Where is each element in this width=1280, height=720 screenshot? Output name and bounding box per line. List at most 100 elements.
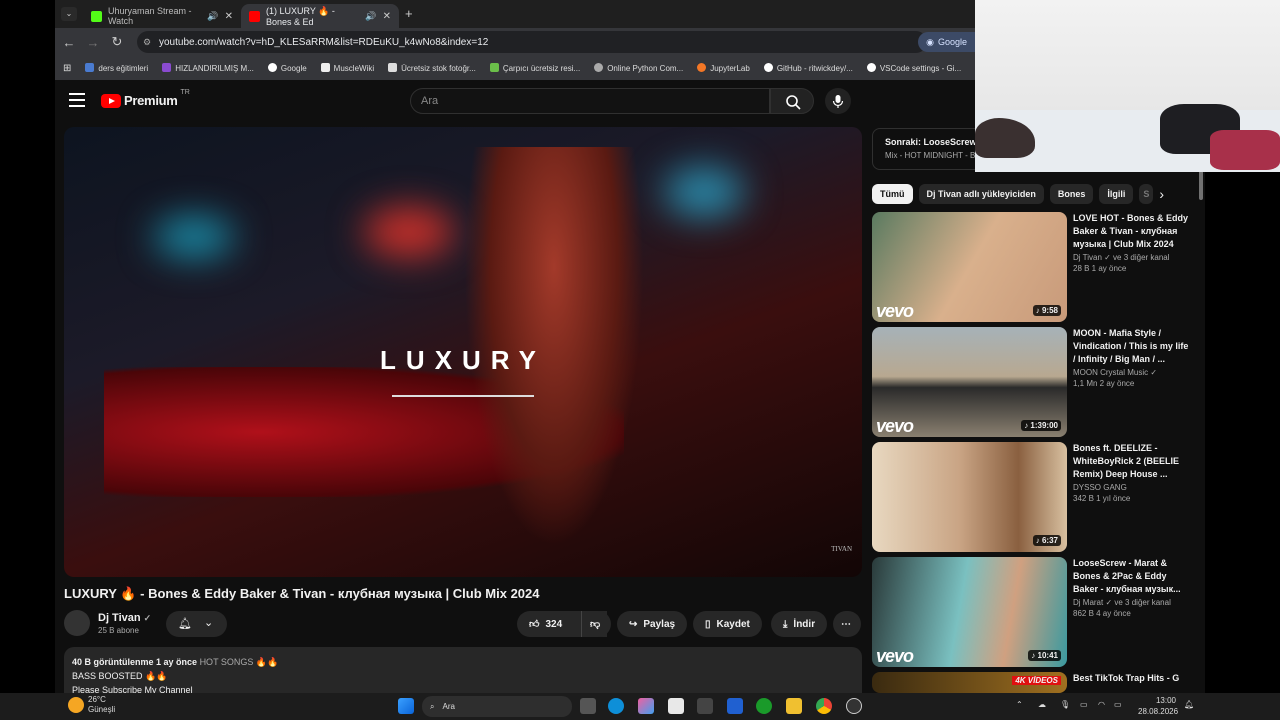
chip-more[interactable]: S [1139,184,1154,204]
edge-icon[interactable] [608,698,624,714]
recommendation-item[interactable]: vevo ♪ 1:39:00 MOON - Mafia Style / Vind… [872,327,1202,437]
chip-all[interactable]: Tümü [872,184,913,204]
globe-icon [594,63,604,72]
video-thumbnail[interactable]: vevo ♪ 9:58 [872,212,1067,322]
file-explorer-icon[interactable] [786,698,802,714]
recommendation-item[interactable]: 4K VİDEOS Best TikTok Trap Hits - G [872,672,1202,693]
back-button[interactable]: ← [57,35,81,50]
google-icon [267,63,277,72]
menu-icon[interactable] [69,93,85,107]
music-note-icon: ♪ [1031,651,1036,660]
video-thumbnail[interactable]: 4K VİDEOS [872,672,1067,693]
chip-uploader[interactable]: Dj Tivan adlı yükleyiciden [918,184,1044,204]
recommendation-item[interactable]: vevo ♪ 10:41 LooseScrew - Marat & Bones … [872,557,1202,667]
youtube-play-icon [101,93,121,108]
dislike-button[interactable]: 👎︎ [581,611,611,637]
video-title: LUXURY 🔥 - Bones & Eddy Baker & Tivan - … [64,586,540,601]
filter-chips: Tümü Dj Tivan adlı yükleyiciden Bones İl… [872,184,1164,204]
battery-icon[interactable]: ▭ [1114,700,1122,709]
github-icon [866,63,876,72]
clock[interactable]: 13:00 28.08.2026 [1138,695,1178,717]
search-input[interactable]: Ara [410,88,770,114]
bookmark-item[interactable]: Google [267,63,307,73]
subscription-bell-button[interactable]: 🔔︎ ⌄ [166,611,227,637]
rec-channel: Dj Tivan ✓ ve 3 diğer kanal [1073,253,1170,262]
windows-start-icon[interactable] [398,698,414,714]
chip-related[interactable]: İlgili [1099,184,1134,204]
video-player[interactable]: LUXURY TIVAN [64,127,862,577]
reload-button[interactable]: ↻ [105,34,129,50]
share-button[interactable]: ↪ Paylaş [617,611,688,637]
video-thumbnail[interactable]: vevo ♪ 1:39:00 [872,327,1067,437]
cloud-icon[interactable]: ☁ [1038,700,1046,709]
recommendation-item[interactable]: vevo ♪ 9:58 LOVE HOT - Bones & Eddy Bake… [872,212,1202,322]
close-icon[interactable]: ✕ [383,11,391,22]
tab-search-chevron-icon[interactable]: ⌄ [61,7,77,21]
bookmark-item[interactable]: ders eğitimleri [85,63,148,73]
rec-title: LooseScrew - Marat & Bones & 2Pac & Eddy… [1073,558,1181,594]
scrollbar[interactable] [1199,170,1203,200]
task-view-icon[interactable] [580,698,596,714]
next-label: Sonraki: LooseScrew [885,137,977,147]
hashtags[interactable]: HOT SONGS 🔥🔥 [200,657,279,667]
bookmark-item[interactable]: Online Python Com... [594,63,683,73]
wifi-icon[interactable]: ◠ [1098,700,1105,709]
duration-badge: ♪ 6:37 [1032,535,1061,546]
chevron-up-icon[interactable]: ⌃ [1016,700,1023,709]
bookmark-item[interactable]: VSCode settings - Gi... [866,63,961,73]
omnibox-row: ← → ↻ ⚙ youtube.com/watch?v=hD_KLESaRRM&… [55,28,975,56]
bookmark-item[interactable]: Çarpıcı ücretsiz resi... [489,63,580,73]
bookmark-item[interactable]: HIZLANDIRILMIŞ M... [162,63,254,73]
app-icon[interactable] [697,698,713,714]
store-icon[interactable] [668,698,684,714]
tab-youtube[interactable]: (1) LUXURY 🔥 - Bones & Ed 🔊 ✕ [241,4,399,28]
copilot-icon[interactable] [638,698,654,714]
chrome-icon[interactable] [816,698,832,714]
download-button[interactable]: ⤓ İndir [771,611,828,637]
forward-button[interactable]: → [81,35,105,50]
youtube-logo[interactable]: Premium TR [101,89,190,108]
chevron-right-icon[interactable]: › [1159,184,1164,204]
description-box[interactable]: 40 B görüntülenme 1 ay önce HOT SONGS 🔥🔥… [64,647,862,693]
view-meta: 40 B görüntülenme 1 ay önce [72,657,198,667]
bookmark-icon [388,63,398,72]
windows-taskbar: 26°C Güneşli ⌕ Ara ⌃ ☁ 🎙︎ ▭ ◠ ▭ 13:00 28… [0,693,1280,720]
xbox-icon[interactable] [756,698,772,714]
video-thumbnail[interactable]: vevo ♪ 10:41 [872,557,1067,667]
close-icon[interactable]: ✕ [225,11,233,22]
chip-bones[interactable]: Bones [1049,184,1094,204]
voice-search-button[interactable] [825,88,851,114]
duration-badge: ♪ 1:39:00 [1021,420,1061,431]
person-figure [1210,130,1280,170]
new-tab-button[interactable]: + [405,6,413,21]
kick-icon [91,10,102,22]
save-button[interactable]: ▯ Kaydet [693,611,762,637]
music-note-icon: ♪ [1024,421,1029,430]
more-actions-button[interactable]: ⋯ [833,611,861,637]
bookmark-item[interactable]: JupyterLab [697,63,750,73]
webcam-overlay [975,0,1280,172]
address-bar[interactable]: ⚙ youtube.com/watch?v=hD_KLESaRRM&list=R… [137,31,927,53]
steam-icon[interactable] [846,698,862,714]
tab-kick-stream[interactable]: Uhuryaman Stream - Watch 🔊 ✕ [83,4,241,28]
channel-avatar[interactable] [64,610,90,636]
vscode-icon[interactable] [727,698,743,714]
notification-icon[interactable]: 🔔︎ [1184,700,1194,709]
taskbar-search[interactable]: ⌕ Ara [422,696,572,717]
bookmark-item[interactable]: MuscleWiki [320,63,374,73]
weather-widget[interactable]: 26°C Güneşli [88,695,115,715]
recommendation-item[interactable]: ♪ 6:37 Bones ft. DEELIZE - WhiteBoyRick … [872,442,1202,552]
bookmark-item[interactable]: Ücretsiz stok fotoğr... [388,63,476,73]
site-info-icon[interactable]: ⚙ [143,37,151,48]
display-icon[interactable]: ▭ [1080,700,1088,709]
channel-name[interactable]: Dj Tivan ✓ [98,612,151,624]
search-placeholder: Ara [421,95,439,107]
google-button-label: Google [937,37,967,47]
search-button[interactable] [770,88,814,114]
video-thumbnail[interactable]: ♪ 6:37 [872,442,1067,552]
apps-icon[interactable]: ⊞ [63,63,71,74]
google-lens-button[interactable]: ◉ Google [918,32,975,52]
bookmark-item[interactable]: GitHub - ritwickdey/... [763,63,853,73]
microphone-icon[interactable]: 🎙︎ [1060,700,1070,709]
rec-title: Best TikTok Trap Hits - G [1073,673,1180,683]
